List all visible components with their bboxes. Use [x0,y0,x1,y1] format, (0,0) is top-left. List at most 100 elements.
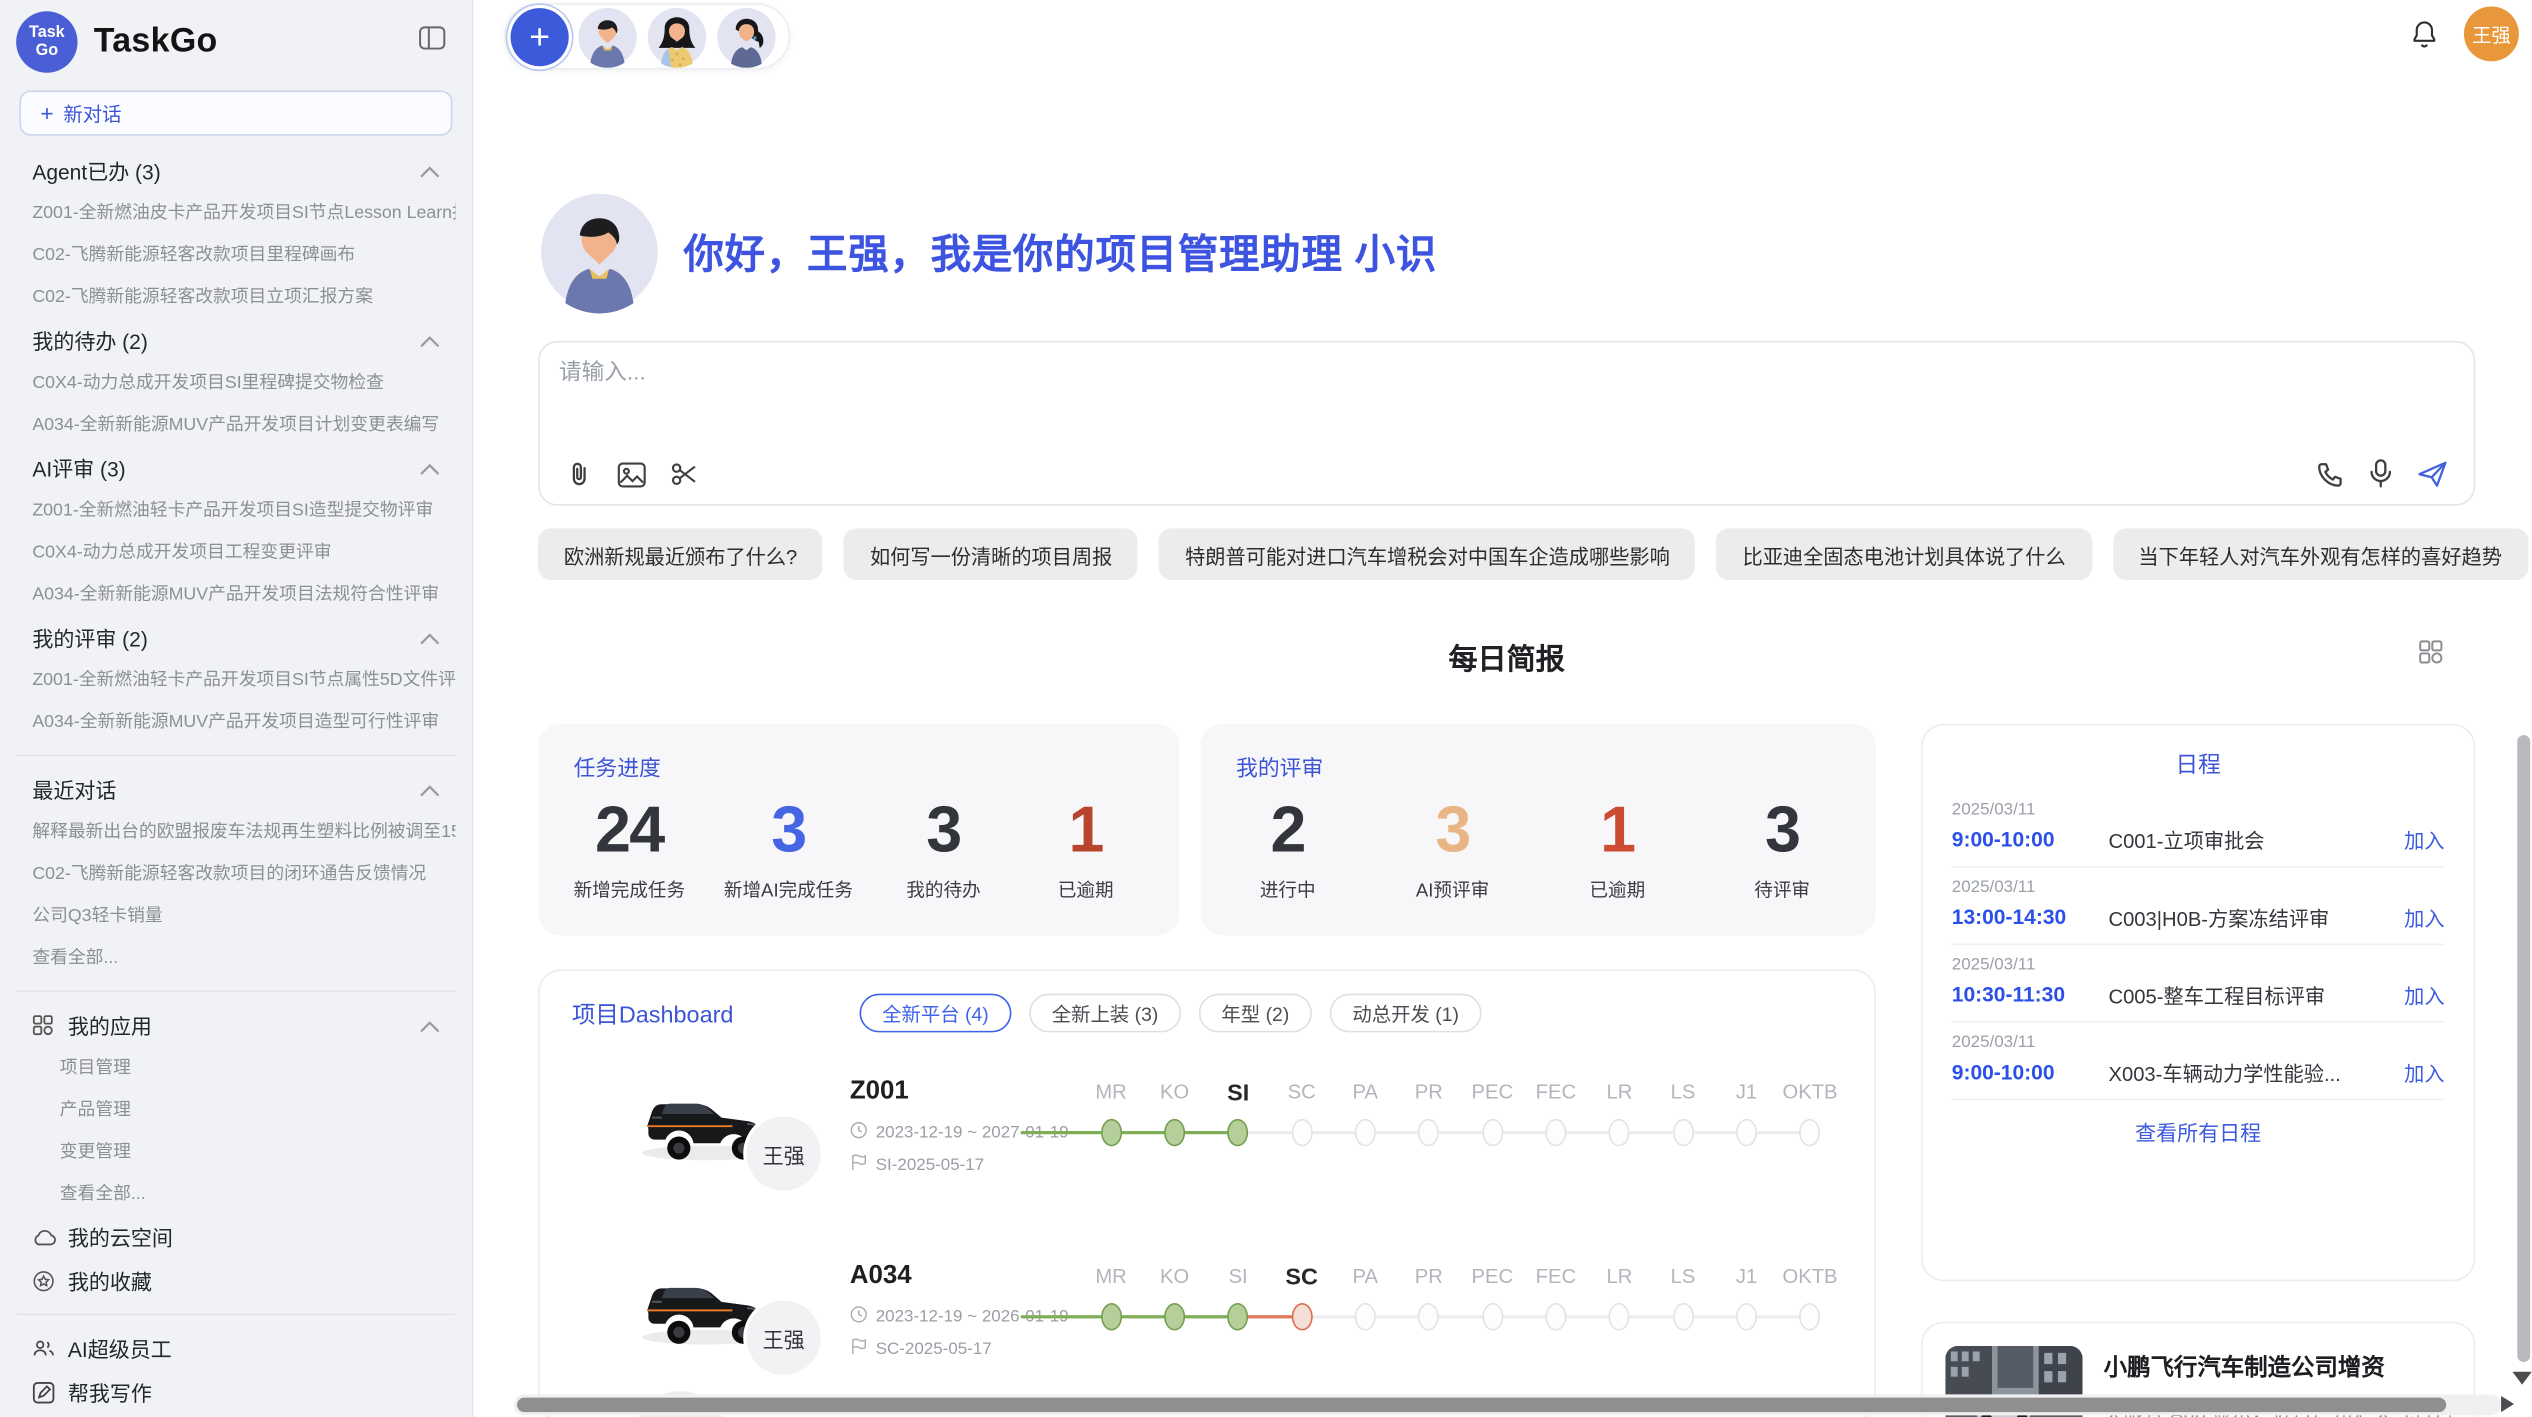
sidebar-section-header[interactable]: 最近对话 [16,767,455,811]
new-chat-button[interactable]: + 新对话 [19,90,452,135]
user-avatar[interactable]: 王强 [2464,6,2519,61]
sidebar-section-header[interactable]: AI评审 (3) [16,446,455,490]
notification-bell-icon[interactable] [2411,19,2438,48]
dashboard-tab[interactable]: 动总开发 (1) [1330,994,1482,1033]
suggestion-chip[interactable]: 特朗普可能对进口汽车增税会对中国车企造成哪些影响 [1159,528,1695,580]
sidebar-item[interactable]: 查看全部... [16,937,455,979]
view-all-schedule-link[interactable]: 查看所有日程 [1952,1100,2445,1147]
sidebar-item-feather-icon[interactable]: 创意制图 [16,1414,455,1417]
metric: 3我的待办 [892,795,995,903]
sidebar-item[interactable]: 项目管理 [16,1047,455,1089]
grid-icon [32,1015,68,1036]
milestone-label: MR [1079,1265,1143,1291]
sidebar-item[interactable]: 产品管理 [16,1089,455,1131]
project-flag-text: SI-2025-05-17 [876,1155,984,1174]
milestone-label: LR [1588,1265,1652,1291]
suggestion-chip[interactable]: 当下年轻人对汽车外观有怎样的喜好趋势 [2113,528,2528,580]
sidebar-item[interactable]: C02-飞腾新能源轻客改款项目里程碑画布 [16,234,455,276]
metric: 2进行中 [1236,795,1339,903]
stat-card-title: 我的评审 [1236,750,1834,782]
metric-value: 3 [1435,795,1469,866]
dashboard-tab[interactable]: 年型 (2) [1199,994,1312,1033]
milestone-dot [1545,1303,1566,1330]
project-row[interactable]: 王强A0342023-12-19 ~ 2026-01-19SC-2025-05-… [572,1252,1842,1401]
clock-icon [850,1121,868,1144]
join-link[interactable]: 加入 [2404,902,2444,933]
sidebar-section-header[interactable]: 我的待办 (2) [16,318,455,362]
new-chat-label: 新对话 [63,99,121,126]
sidebar-item[interactable]: 查看全部... [16,1173,455,1215]
add-agent-button[interactable]: + [511,7,569,65]
schedule-event[interactable]: 2025/03/11 10:30-11:30C005-整车工程目标评审加入 [1952,945,2445,1023]
sidebar-section-header[interactable]: 我的评审 (2) [16,616,455,660]
milestone-label: SI [1206,1081,1270,1107]
sidebar-section-title: 最近对话 [32,774,116,805]
project-flag-date: SC-2025-05-17 [850,1338,1079,1361]
sidebar-item[interactable]: A034-全新新能源MUV产品开发项目计划变更表编写 [16,404,455,446]
metric-value: 3 [926,795,960,866]
sidebar-item[interactable]: C0X4-动力总成开发项目工程变更评审 [16,532,455,574]
sidebar-item[interactable]: 公司Q3轻卡销量 [16,895,455,937]
event-date: 2025/03/11 [1952,955,2445,974]
layout-grid-icon[interactable] [2419,640,2443,664]
sidebar-item-star-icon[interactable]: 我的收藏 [16,1259,455,1303]
milestone-dot [1482,1119,1503,1146]
chevron-up-icon [420,158,439,182]
sidebar-section-header[interactable]: Agent已办 (3) [16,149,455,193]
assistant-avatar [538,191,661,314]
phone-icon[interactable] [2317,460,2344,487]
agent-avatar-1[interactable] [577,6,638,67]
metric-label: AI预评审 [1416,877,1489,903]
scissors-icon[interactable] [671,460,698,487]
project-row[interactable]: 王强Z0012023-12-19 ~ 2027-01-19SI-2025-05-… [572,1068,1842,1217]
join-link[interactable]: 加入 [2404,824,2444,855]
sidebar-item[interactable]: Z001-全新燃油轻卡产品开发项目SI造型提交物评审 [16,490,455,532]
schedule-event[interactable]: 2025/03/119:00-10:00C001-立项审批会加入 [1952,790,2445,868]
agent-avatar-2[interactable] [646,6,707,67]
suggestion-chip[interactable]: 如何写一份清晰的项目周报 [844,528,1138,580]
sidebar-item[interactable]: Z001-全新燃油皮卡产品开发项目SI节点Lesson Learn报告 [16,192,455,234]
sidebar-item-label: 我的云空间 [68,1221,173,1252]
schedule-event[interactable]: 2025/03/119:00-10:00X003-车辆动力学性能验...加入 [1952,1023,2445,1101]
sidebar-item[interactable]: C02-飞腾新能源轻客改款项目的闭环通告反馈情况 [16,853,455,895]
sidebar-item[interactable]: Z001-全新燃油轻卡产品开发项目SI节点属性5D文件评审 [16,659,455,701]
schedule-event[interactable]: 2025/03/1113:00-14:30C003|H0B-方案冻结评审加入 [1952,868,2445,946]
attachment-icon[interactable] [565,460,592,487]
suggestion-chip[interactable]: 比亚迪全固态电池计划具体说了什么 [1717,528,2092,580]
scroll-right-arrow[interactable] [2501,1396,2514,1412]
agent-switcher: + [504,3,790,69]
sidebar-item-people-icon[interactable]: AI超级员工 [16,1326,455,1370]
sidebar-item-writing-icon[interactable]: 帮我写作 [16,1370,455,1414]
horizontal-scrollbar-thumb[interactable] [517,1398,2446,1413]
milestone-label: SC [1270,1265,1334,1291]
star-icon [32,1269,68,1292]
metric: 1已逾期 [1034,795,1137,903]
sidebar-item[interactable]: A034-全新新能源MUV产品开发项目造型可行性评审 [16,701,455,743]
join-link[interactable]: 加入 [2404,1057,2444,1088]
sidebar-item[interactable]: A034-全新新能源MUV产品开发项目法规符合性评审 [16,574,455,616]
event-row: 10:30-11:30C005-整车工程目标评审加入 [1952,979,2445,1010]
dashboard-tab[interactable]: 全新上装 (3) [1029,994,1181,1033]
join-link[interactable]: 加入 [2404,979,2444,1010]
sidebar-item[interactable]: C0X4-动力总成开发项目SI里程碑提交物检查 [16,362,455,404]
chevron-up-icon [420,328,439,352]
project-media: 王强 [572,1068,850,1217]
sidebar-item[interactable]: 变更管理 [16,1131,455,1173]
suggestion-chip[interactable]: 欧洲新规最近颁布了什么? [538,528,823,580]
sidebar-item-grid-icon[interactable]: 我的应用 [16,1003,455,1047]
image-icon[interactable] [617,461,646,487]
message-input[interactable] [556,352,2333,442]
schedule-events: 2025/03/119:00-10:00C001-立项审批会加入2025/03/… [1952,790,2445,1100]
app-window: Task Go TaskGo + 新对话 Agent已办 (3)Z001-全新燃… [0,0,2532,1417]
milestone-timeline: MRKOSISCPAPRPECFECLRLSJ1OKTB [1079,1252,1842,1401]
microphone-icon[interactable] [2369,459,2393,488]
send-icon[interactable] [2417,460,2448,487]
agent-avatar-3[interactable] [716,6,777,67]
sidebar-item[interactable]: 解释最新出台的欧盟报废车法规再生塑料比例被调至15%... [16,811,455,853]
sidebar-item-cloud-icon[interactable]: 我的云空间 [16,1215,455,1259]
sidebar-collapse-icon[interactable] [418,26,445,58]
dashboard-tab[interactable]: 全新平台 (4) [859,994,1011,1033]
vertical-scrollbar-thumb[interactable] [2517,735,2530,1362]
scroll-down-arrow[interactable] [2512,1372,2531,1385]
sidebar-item[interactable]: C02-飞腾新能源轻客改款项目立项汇报方案 [16,276,455,318]
